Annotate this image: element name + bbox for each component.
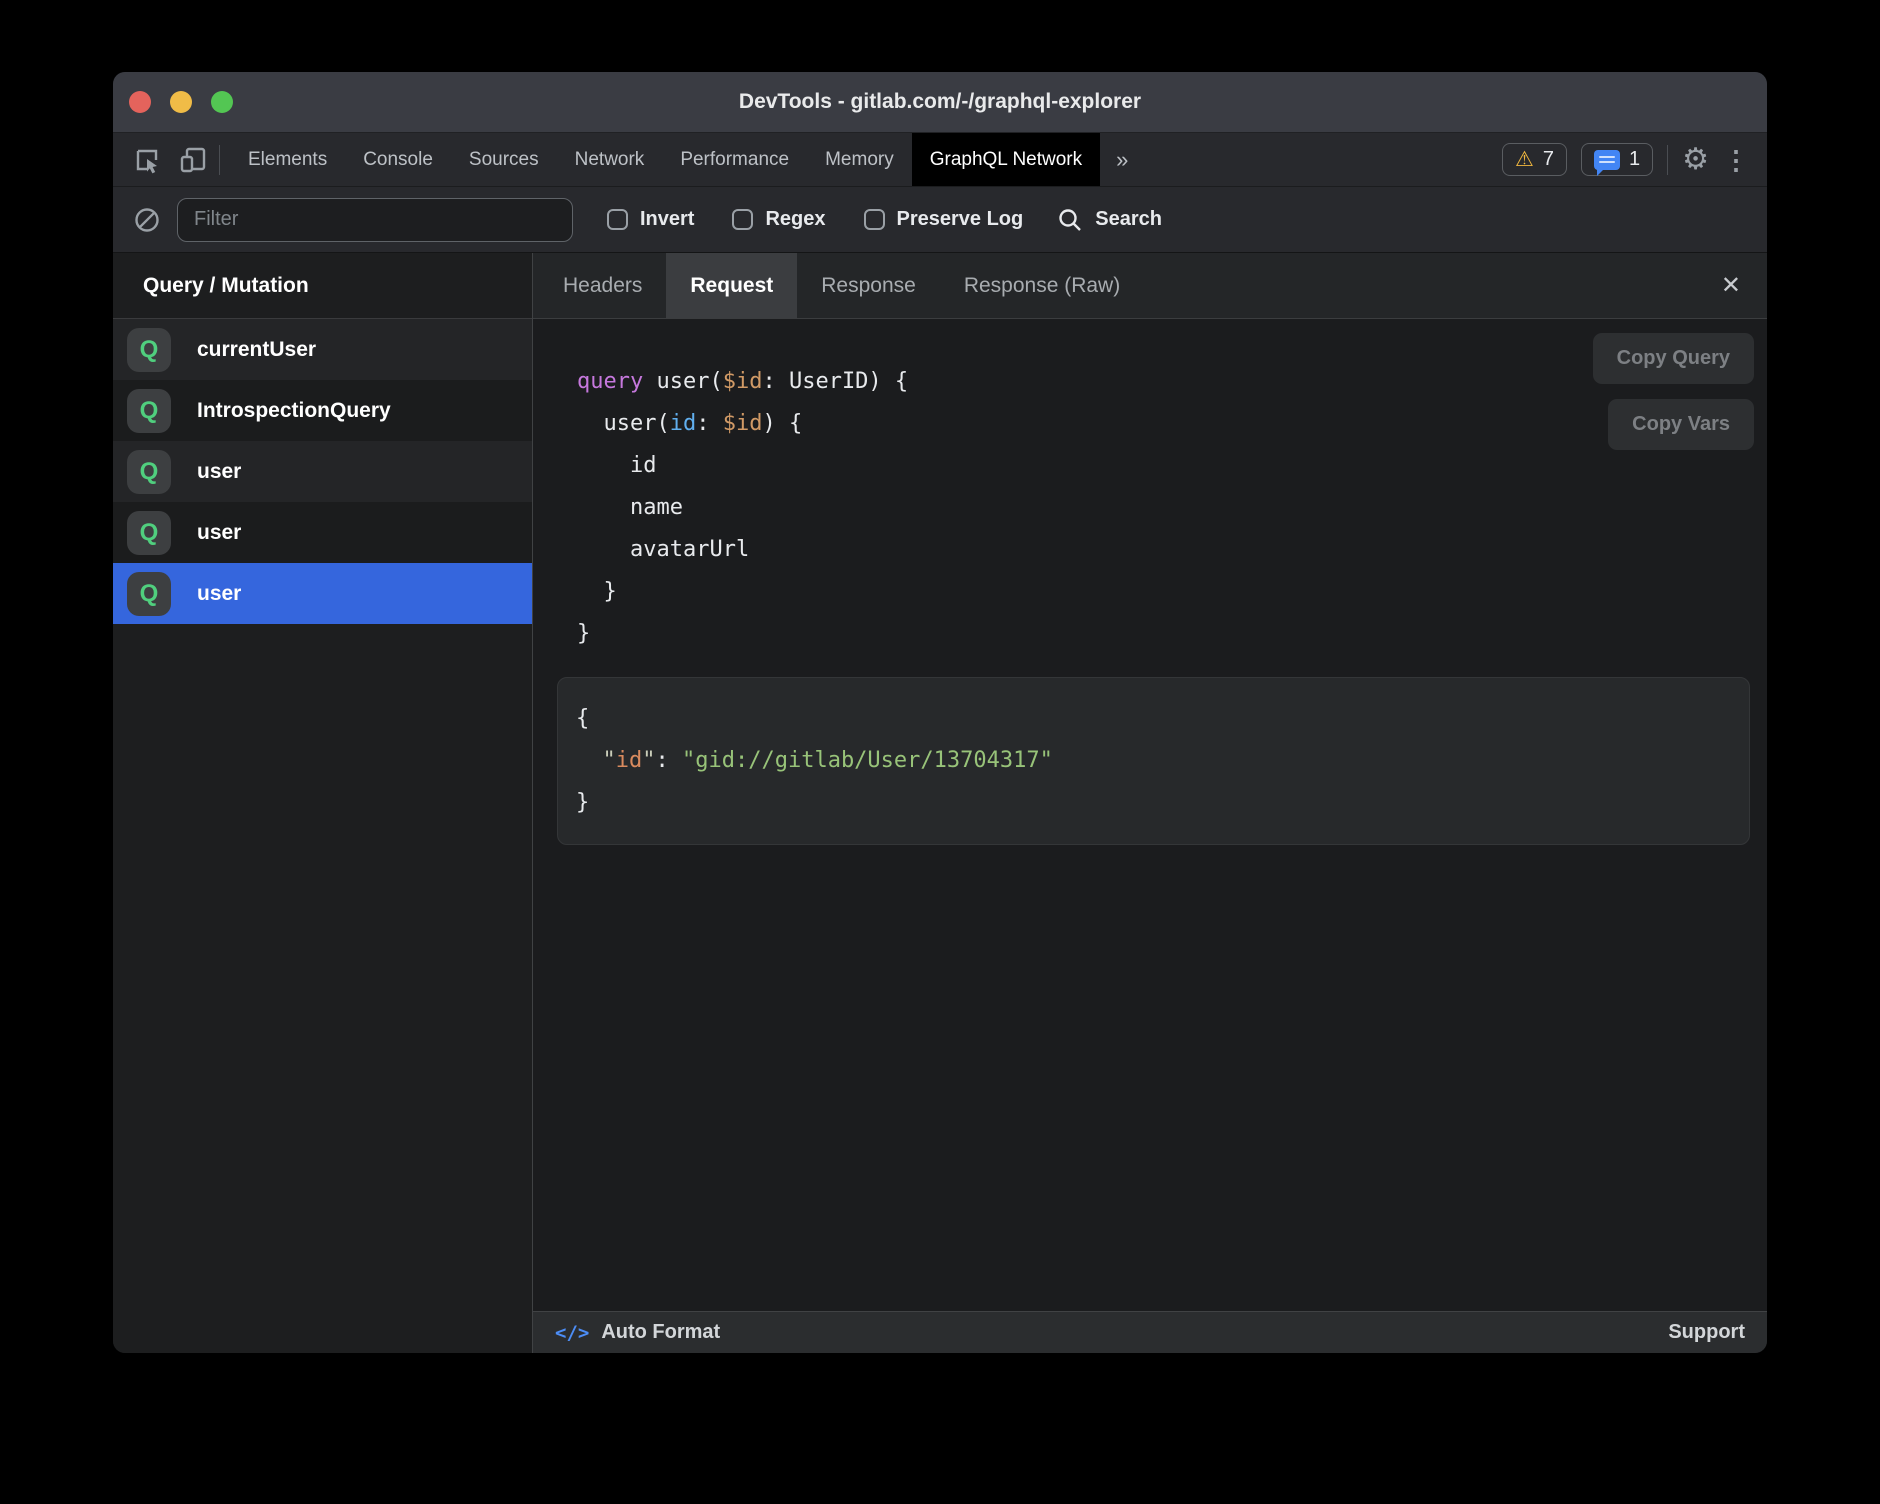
tab-memory[interactable]: Memory	[807, 133, 912, 186]
copy-query-button[interactable]: Copy Query	[1593, 333, 1754, 384]
tab-console[interactable]: Console	[345, 133, 451, 186]
panel-footer: </> Auto Format Support	[533, 1311, 1767, 1353]
filter-input[interactable]	[177, 198, 573, 242]
tab-request[interactable]: Request	[666, 253, 797, 318]
close-panel-icon[interactable]: ✕	[1721, 271, 1741, 300]
search-toggle[interactable]: Search	[1057, 207, 1162, 233]
variables-line: {	[576, 698, 1729, 740]
variables-line: "id": "gid://gitlab/User/13704317"	[576, 740, 1729, 782]
search-icon	[1057, 207, 1083, 233]
checkbox-label: Invert	[640, 208, 694, 231]
devtools-tabbar: ElementsConsoleSourcesNetworkPerformance…	[113, 132, 1767, 186]
query-list-item-currentuser[interactable]: QcurrentUser	[113, 319, 532, 380]
main-tabs: ElementsConsoleSourcesNetworkPerformance…	[230, 133, 1100, 186]
checkbox-label: Preserve Log	[897, 208, 1024, 231]
query-name: user	[197, 521, 241, 545]
query-type-badge: Q	[127, 572, 171, 616]
warning-icon: ⚠	[1515, 149, 1534, 170]
query-code-line: avatarUrl	[577, 529, 1767, 571]
devtools-window: DevTools - gitlab.com/-/graphql-explorer…	[113, 72, 1767, 1353]
graphql-query-code: query user($id: UserID) { user(id: $id) …	[577, 361, 1767, 655]
checkbox-box-preserve-log[interactable]	[864, 209, 885, 230]
issues-badge[interactable]: 1	[1581, 143, 1653, 176]
query-name: IntrospectionQuery	[197, 399, 391, 423]
tab-headers[interactable]: Headers	[539, 253, 666, 318]
query-type-badge: Q	[127, 450, 171, 494]
checkbox-regex[interactable]: Regex	[732, 208, 825, 231]
query-code-line: }	[577, 613, 1767, 655]
toolbar-left-icons	[113, 140, 230, 180]
query-variables-box: { "id": "gid://gitlab/User/13704317"}	[557, 677, 1750, 845]
search-label: Search	[1095, 208, 1162, 231]
query-list-item-introspectionquery[interactable]: Q IntrospectionQuery	[113, 380, 532, 441]
support-link[interactable]: Support	[1668, 1321, 1745, 1344]
tab-elements[interactable]: Elements	[230, 133, 345, 186]
toolbar-right: ⚠ 7 1 ⚙ ⋮	[1502, 143, 1767, 176]
query-list-panel: Query / Mutation QcurrentUserQIntrospect…	[113, 253, 533, 1353]
tab-sources[interactable]: Sources	[451, 133, 557, 186]
query-name: currentUser	[197, 338, 316, 362]
checkbox-label: Regex	[765, 208, 825, 231]
query-code-line: query user($id: UserID) {	[577, 361, 1767, 403]
request-detail-panel: HeadersRequestResponseResponse (Raw) ✕ q…	[533, 253, 1767, 1353]
window-title: DevTools - gitlab.com/-/graphql-explorer	[113, 90, 1767, 114]
minimize-window-button[interactable]	[170, 91, 192, 113]
query-name: user	[197, 582, 241, 606]
more-options-icon[interactable]: ⋮	[1723, 147, 1749, 173]
traffic-lights	[129, 91, 233, 113]
tab-graphql-network[interactable]: GraphQL Network	[912, 133, 1100, 186]
settings-gear-icon[interactable]: ⚙	[1682, 145, 1709, 175]
tab-response[interactable]: Response	[797, 253, 940, 318]
more-tabs-chevron-icon[interactable]: »	[1100, 133, 1144, 186]
query-list: QcurrentUserQIntrospectionQueryQuserQuse…	[113, 319, 532, 624]
query-list-item-user[interactable]: Quser	[113, 441, 532, 502]
request-tab-content: query user($id: UserID) { user(id: $id) …	[533, 319, 1767, 1311]
clear-filter-icon[interactable]	[133, 206, 161, 234]
checkbox-preserve-log[interactable]: Preserve Log	[864, 208, 1024, 231]
message-bubble-icon	[1594, 150, 1620, 170]
request-detail-tabs: HeadersRequestResponseResponse (Raw) ✕	[533, 253, 1767, 319]
warnings-badge[interactable]: ⚠ 7	[1502, 143, 1567, 176]
query-list-header: Query / Mutation	[113, 253, 532, 319]
checkbox-invert[interactable]: Invert	[607, 208, 694, 231]
issue-count: 1	[1629, 148, 1640, 171]
auto-format-button[interactable]: Auto Format	[601, 1321, 720, 1344]
close-window-button[interactable]	[129, 91, 151, 113]
tab-performance[interactable]: Performance	[662, 133, 807, 186]
auto-format-icon: </>	[555, 1322, 589, 1344]
query-code-line: name	[577, 487, 1767, 529]
checkbox-box-regex[interactable]	[732, 209, 753, 230]
filter-checkboxes: Invert Regex Preserve Log	[607, 208, 1023, 231]
titlebar[interactable]: DevTools - gitlab.com/-/graphql-explorer	[113, 72, 1767, 132]
warning-count: 7	[1543, 148, 1554, 171]
query-type-badge: Q	[127, 389, 171, 433]
query-name: user	[197, 460, 241, 484]
query-code-line: }	[577, 571, 1767, 613]
query-code-line: id	[577, 445, 1767, 487]
zoom-window-button[interactable]	[211, 91, 233, 113]
copy-vars-button[interactable]: Copy Vars	[1608, 399, 1754, 450]
device-toolbar-icon[interactable]	[173, 140, 213, 180]
query-type-badge: Q	[127, 511, 171, 555]
query-list-item-user[interactable]: Quser	[113, 563, 532, 624]
variables-line: }	[576, 782, 1729, 824]
inspect-element-icon[interactable]	[127, 140, 167, 180]
toolbar-separator	[219, 145, 220, 175]
filter-bar: Invert Regex Preserve Log Search	[113, 186, 1767, 252]
tab-response-raw[interactable]: Response (Raw)	[940, 253, 1144, 318]
checkbox-box-invert[interactable]	[607, 209, 628, 230]
query-type-badge: Q	[127, 328, 171, 372]
tab-network[interactable]: Network	[557, 133, 663, 186]
query-code-line: user(id: $id) {	[577, 403, 1767, 445]
toolbar-separator	[1667, 145, 1668, 175]
query-list-item-user[interactable]: Quser	[113, 502, 532, 563]
